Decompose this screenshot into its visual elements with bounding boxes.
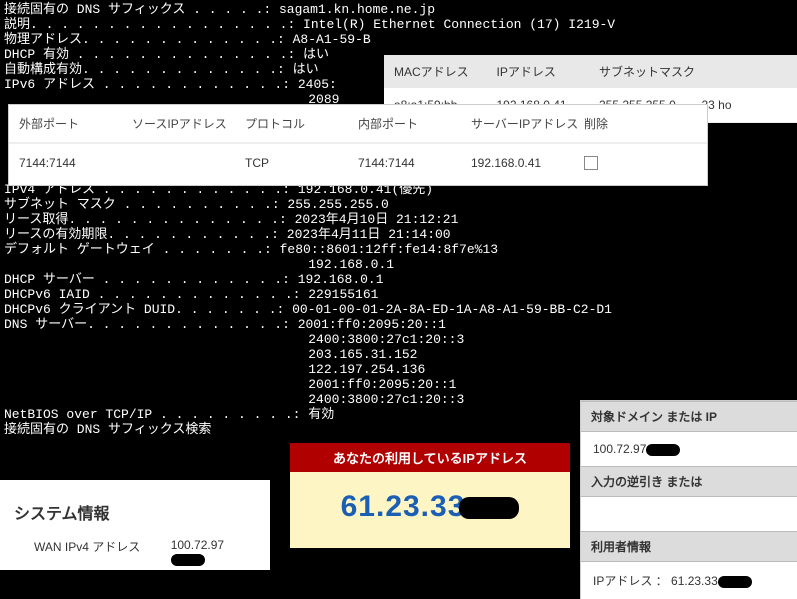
cell-intport: 7144:7144 [358, 156, 471, 173]
redacted-icon [646, 444, 680, 456]
whois-ip-value: 61.23.33 [671, 574, 752, 588]
terminal-line: 物理アドレス. . . . . . . . . . . . .: A8-A1-5… [4, 32, 793, 47]
whois-ip-label: IPアドレス ： [593, 574, 668, 588]
col-proto: プロトコル [245, 115, 358, 132]
cell-serverip: 192.168.0.41 [471, 156, 584, 173]
col-delete: 削除 [584, 115, 697, 132]
terminal-line: リース取得. . . . . . . . . . . . . .: 2023年4… [4, 212, 793, 227]
col-srcip: ソースIPアドレス [132, 115, 245, 132]
your-ip-box: あなたの利用しているIPアドレス 61.23.33 [290, 443, 570, 548]
your-ip-title: あなたの利用しているIPアドレス [290, 443, 570, 472]
cell-srcip [132, 156, 245, 173]
terminal-line: 説明. . . . . . . . . . . . . . . . .: Int… [4, 17, 793, 32]
system-info-title: システム情報 [14, 500, 256, 524]
terminal-line: 2001:ff0:2095:20::1 [4, 377, 793, 392]
delete-checkbox[interactable] [584, 156, 598, 170]
col-mac: MACアドレス [394, 63, 497, 80]
whois-target-value: 100.72.97 [581, 432, 797, 466]
col-serverip: サーバーIPアドレス [471, 115, 584, 132]
whois-panel: 対象ドメイン または IP 100.72.97 入力の逆引き または 利用者情報… [580, 400, 797, 599]
terminal-line: リースの有効期限. . . . . . . . . . .: 2023年4月11… [4, 227, 793, 242]
whois-reverse-header: 入力の逆引き または [581, 466, 797, 497]
terminal-line: 203.165.31.152 [4, 347, 793, 362]
col-time [702, 63, 797, 80]
whois-ip-row: IPアドレス ： 61.23.33 [581, 562, 797, 599]
wan-ipv4-value: 100.72.97 [171, 538, 256, 566]
terminal-line: DHCPv6 クライアント DUID. . . . . . .: 00-01-0… [4, 302, 793, 317]
cell-extport: 7144:7144 [19, 156, 132, 173]
col-extport: 外部ポート [19, 115, 132, 132]
terminal-line: DHCP サーバー . . . . . . . . . . . .: 192.1… [4, 272, 793, 287]
whois-userinfo-header: 利用者情報 [581, 531, 797, 562]
terminal-line: 接続固有の DNS サフィックス . . . . .: sagam1.kn.ho… [4, 2, 793, 17]
col-subnet: サブネットマスク [599, 63, 702, 80]
terminal-line: 192.168.0.1 [4, 257, 793, 272]
terminal-line: 122.197.254.136 [4, 362, 793, 377]
cell-time: 23 ho [702, 98, 797, 112]
terminal-line: DHCPv6 IAID . . . . . . . . . . . . .: 2… [4, 287, 793, 302]
port-forward-table: 外部ポート ソースIPアドレス プロトコル 内部ポート サーバーIPアドレス 削… [8, 104, 708, 186]
system-info-panel: システム情報 WAN IPv4 アドレス 100.72.97 [0, 480, 270, 570]
redacted-icon [171, 554, 205, 566]
col-intport: 内部ポート [358, 115, 471, 132]
whois-reverse-value [581, 497, 797, 531]
terminal-line: 2400:3800:27c1:20::3 [4, 332, 793, 347]
wan-ipv4-label: WAN IPv4 アドレス [34, 538, 171, 566]
terminal-line: DNS サーバー. . . . . . . . . . . . .: 2001:… [4, 317, 793, 332]
terminal-line: サブネット マスク . . . . . . . . . .: 255.255.2… [4, 197, 793, 212]
terminal-line: デフォルト ゲートウェイ . . . . . . .: fe80::8601:1… [4, 242, 793, 257]
your-ip-value: 61.23.33 [290, 472, 570, 548]
col-ip: IPアドレス [497, 63, 600, 80]
table-row: 7144:7144 TCP 7144:7144 192.168.0.41 [9, 144, 707, 185]
cell-proto: TCP [245, 156, 358, 173]
redacted-icon [718, 576, 752, 588]
cell-delete [584, 156, 697, 173]
whois-target-header: 対象ドメイン または IP [581, 401, 797, 432]
redacted-icon [459, 497, 519, 519]
